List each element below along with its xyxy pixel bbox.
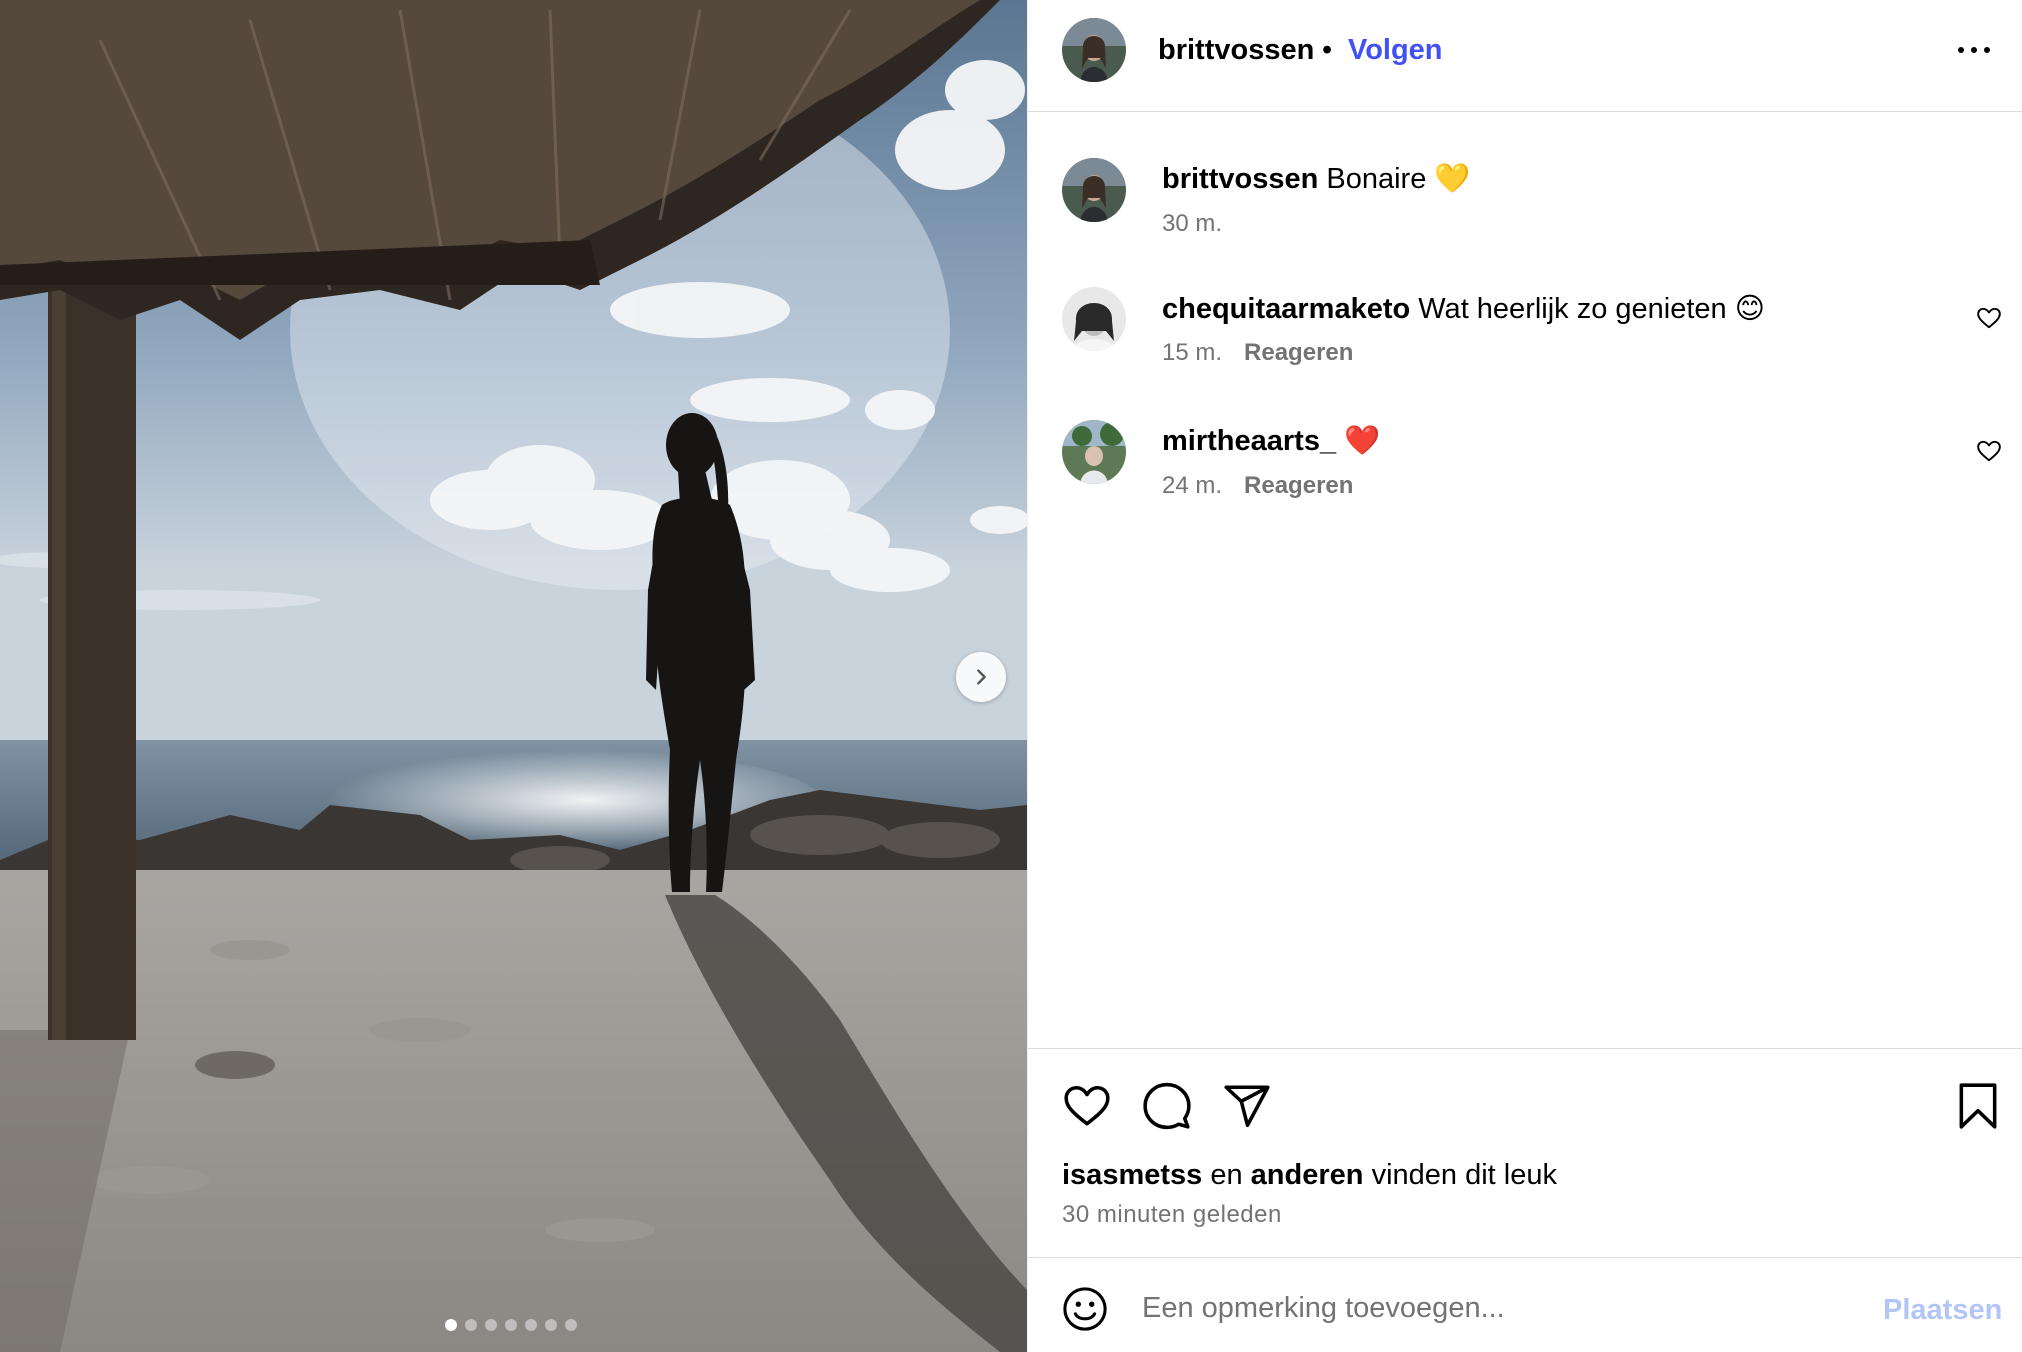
caption-time: 30 m. — [1162, 210, 1223, 237]
author-username[interactable]: brittvossen — [1158, 34, 1314, 67]
paper-plane-icon — [1224, 1085, 1270, 1128]
heart-outline-icon[interactable] — [1976, 305, 2002, 331]
comment-composer: Plaatsen — [1028, 1257, 2022, 1352]
comment-text: Wat heerlijk zo genieten 😊 — [1418, 293, 1765, 325]
reply-button[interactable]: Reageren — [1244, 472, 1353, 499]
comment-bubble-icon — [1143, 1082, 1191, 1130]
commenter-avatar[interactable] — [1062, 287, 1126, 351]
author-avatar[interactable] — [1062, 18, 1126, 82]
comment-meta: 15 m. Reageren — [1162, 339, 1353, 367]
slide-dot — [505, 1319, 517, 1331]
caption-text: Bonaire 💛 — [1326, 163, 1471, 195]
header-separator: • — [1322, 34, 1333, 66]
slide-dot — [445, 1319, 457, 1331]
slide-dot — [465, 1319, 477, 1331]
post-header: brittvossen • Volgen — [1028, 0, 2022, 112]
post-photo — [0, 0, 1027, 1352]
more-horizontal-icon — [1958, 47, 1964, 53]
slide-dot — [545, 1319, 557, 1331]
comment-meta: 24 m. Reageren — [1162, 472, 1353, 500]
comment-button[interactable] — [1142, 1081, 1192, 1131]
heart-outline-icon[interactable] — [1976, 438, 2002, 464]
follow-button[interactable]: Volgen — [1348, 34, 1443, 67]
more-options-button[interactable] — [1952, 36, 1996, 64]
post-comment-button[interactable]: Plaatsen — [1883, 1294, 2002, 1327]
comment-time: 15 m. — [1162, 339, 1223, 366]
reply-button[interactable]: Reageren — [1244, 339, 1353, 366]
comment-text-line: chequitaarmaketo Wat heerlijk zo geniete… — [1162, 291, 1765, 326]
likes-summary: isasmetss en anderen vinden dit leuk — [1062, 1159, 1557, 1192]
share-button[interactable] — [1222, 1081, 1272, 1131]
post-side-panel: brittvossen • Volgen brittvossen Bonaire… — [1027, 0, 2022, 1352]
commenter-avatar[interactable] — [1062, 420, 1126, 484]
heart-outline-icon — [1064, 1086, 1110, 1126]
comment-text-line: mirtheaarts_ ❤️ — [1162, 424, 1380, 458]
likes-conjunction: en — [1210, 1159, 1243, 1191]
comment-username[interactable]: chequitaarmaketo — [1162, 293, 1410, 325]
next-slide-button[interactable] — [956, 652, 1006, 702]
caption-username[interactable]: brittvossen — [1162, 163, 1318, 195]
slide-dot — [565, 1319, 577, 1331]
caption-avatar[interactable] — [1062, 158, 1126, 222]
likes-others-link[interactable]: anderen — [1251, 1159, 1364, 1191]
slide-dot — [525, 1319, 537, 1331]
chevron-right-icon — [977, 669, 986, 685]
smiley-icon — [1063, 1287, 1107, 1331]
like-button[interactable] — [1062, 1081, 1112, 1131]
likes-suffix: vinden dit leuk — [1371, 1159, 1557, 1191]
post-timestamp[interactable]: 30 minuten geleden — [1062, 1201, 1282, 1229]
slide-indicator — [445, 1319, 577, 1331]
comment-input[interactable] — [1142, 1282, 1842, 1334]
emoji-button[interactable] — [1062, 1286, 1108, 1332]
post-media[interactable] — [0, 0, 1027, 1352]
post-actions: isasmetss en anderen vinden dit leuk 30 … — [1028, 1048, 2022, 1258]
comment-time: 24 m. — [1162, 472, 1223, 499]
liker-username[interactable]: isasmetss — [1062, 1159, 1202, 1191]
caption-text-line: brittvossen Bonaire 💛 — [1162, 162, 1471, 196]
slide-dot — [485, 1319, 497, 1331]
bookmark-icon — [1959, 1083, 1997, 1129]
save-button[interactable] — [1953, 1081, 2003, 1131]
comment-username[interactable]: mirtheaarts_ — [1162, 425, 1336, 457]
comment-text: ❤️ — [1344, 425, 1381, 457]
